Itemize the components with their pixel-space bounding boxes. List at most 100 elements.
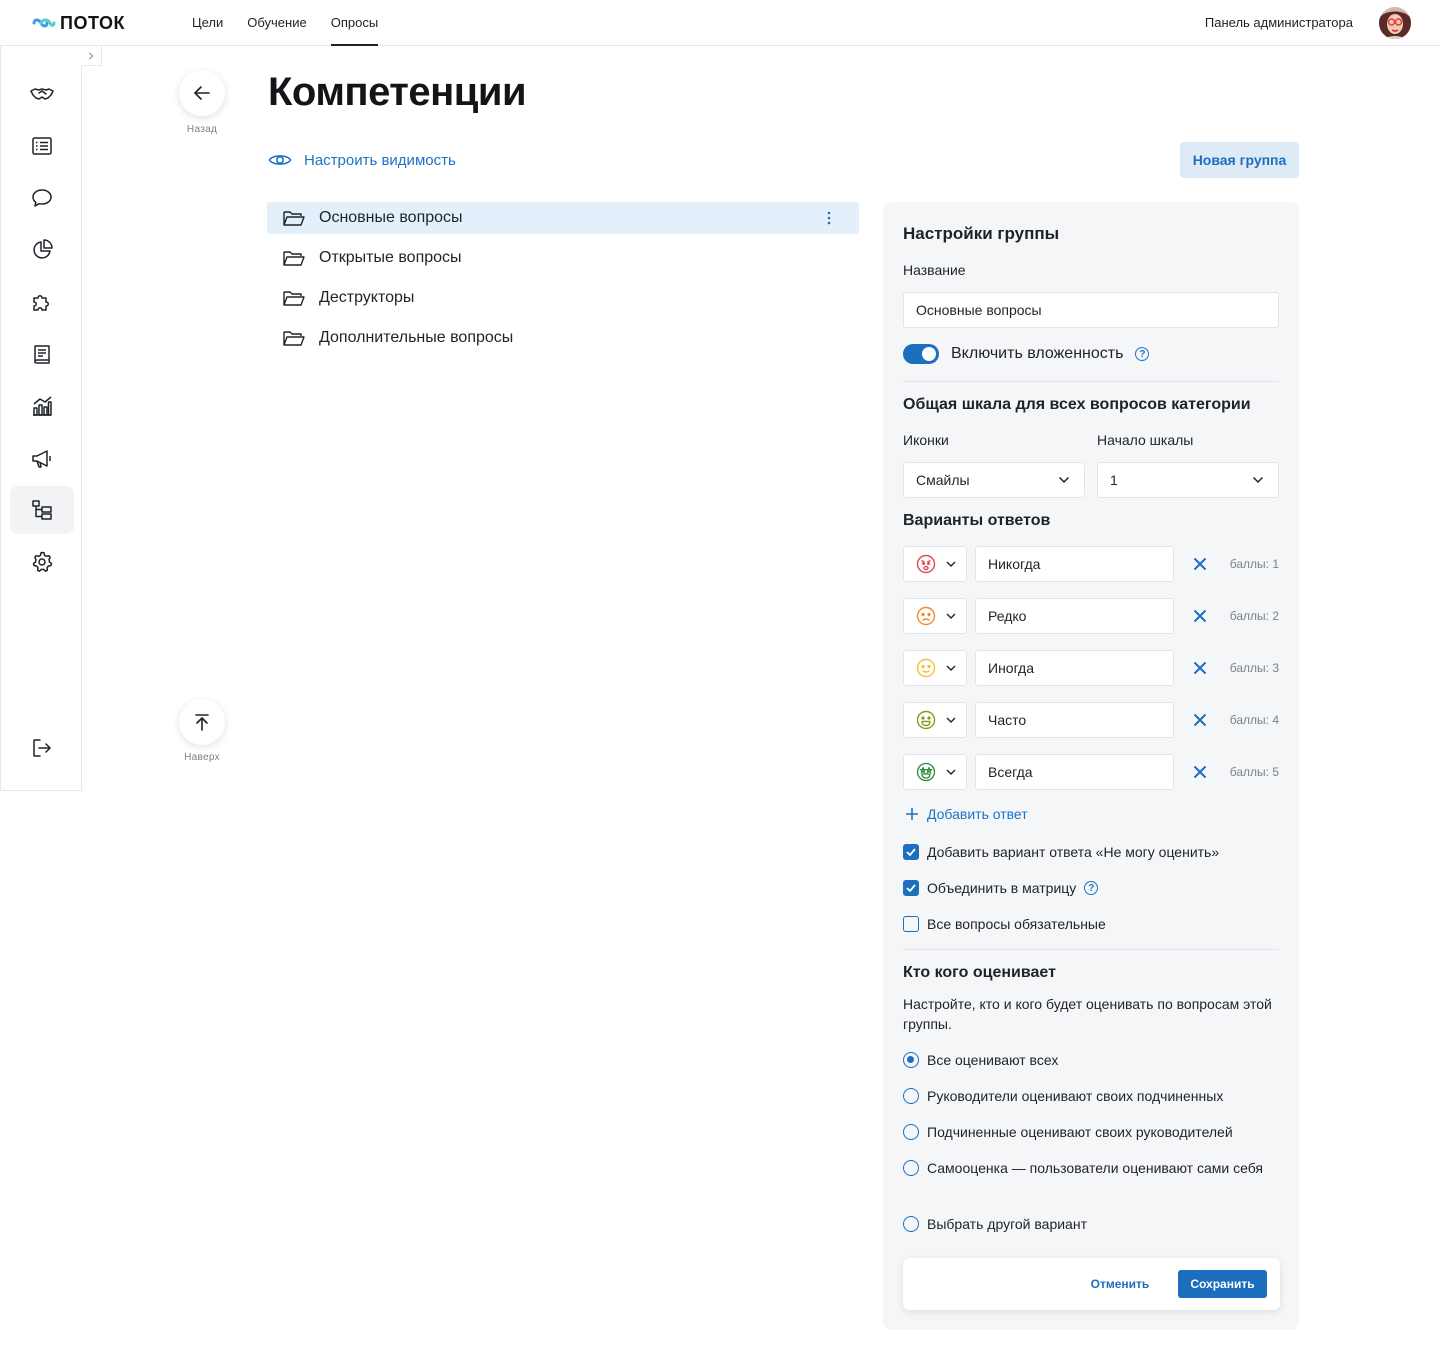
answer-input[interactable]: Часто [975,702,1174,738]
avatar[interactable] [1379,7,1411,39]
radio-button[interactable] [903,1052,919,1068]
radio-button[interactable] [903,1160,919,1176]
group-item[interactable]: Основные вопросы [267,202,859,234]
configure-visibility-link[interactable]: Настроить видимость [268,148,456,172]
sidebar-item-modules[interactable] [10,278,74,326]
divider [903,381,1279,382]
scale-start-select[interactable]: 1 [1097,462,1279,498]
sidebar-item-structure[interactable] [10,486,74,534]
cant-rate-checkbox[interactable] [903,844,919,860]
divider [903,949,1279,950]
group-item-label: Деструкторы [319,289,415,306]
handshake-icon [30,88,54,100]
save-button[interactable]: Сохранить [1178,1270,1267,1298]
form-actions: Отменить Сохранить [903,1258,1280,1310]
puzzle-icon [33,295,49,311]
sidebar-logout[interactable] [10,724,74,772]
nav-learning[interactable]: Обучение [247,0,306,46]
sidebar-item-chat[interactable] [10,174,74,222]
logo-text: ПОТОК [60,12,125,33]
answer-points: баллы: 3 [1229,661,1279,675]
sidebar-item-knowledge[interactable] [10,330,74,378]
radio-option[interactable]: Подчиненные оценивают своих руководителе… [903,1122,1279,1142]
answer-points: баллы: 5 [1229,765,1279,779]
cancel-button[interactable]: Отменить [1079,1270,1161,1298]
remove-answer-button[interactable] [1190,658,1210,678]
remove-answer-button[interactable] [1190,710,1210,730]
answer-input[interactable]: Редко [975,598,1174,634]
group-name-input[interactable]: Основные вопросы [903,292,1279,328]
answer-icon-select[interactable] [903,598,967,634]
icons-select[interactable]: Смайлы [903,462,1085,498]
close-icon [1193,765,1207,779]
radio-option[interactable]: Самооценка — пользователи оценивают сами… [903,1158,1263,1178]
radio-option[interactable]: Выбрать другой вариант [903,1214,1279,1234]
radio-option[interactable]: Все оценивают всех [903,1050,1279,1070]
answer-icon-select[interactable] [903,650,967,686]
chevron-down-icon [946,613,956,619]
radio-label: Подчиненные оценивают своих руководителе… [927,1124,1233,1140]
group-item[interactable]: Открытые вопросы [267,242,859,274]
answer-icon-select[interactable] [903,546,967,582]
group-item[interactable]: Дополнительные вопросы [267,322,859,354]
answer-icon-select[interactable] [903,702,967,738]
required-checkbox-row[interactable]: Все вопросы обязательные [903,916,1106,932]
answer-input[interactable]: Всегда [975,754,1174,790]
logout-icon [33,739,51,757]
sidebar-item-settings[interactable] [10,538,74,586]
sidebar-item-reports[interactable] [10,226,74,274]
radio-label: Все оценивают всех [927,1052,1059,1068]
admin-panel-link[interactable]: Панель администратора [1205,0,1353,46]
remove-answer-button[interactable] [1190,554,1210,574]
remove-answer-button[interactable] [1190,606,1210,626]
matrix-label: Объединить в матрицу [927,880,1077,896]
radio-label: Руководители оценивают своих подчиненных [927,1088,1224,1104]
back-button[interactable] [179,70,225,116]
close-icon [1193,713,1207,727]
cant-rate-checkbox-row[interactable]: Добавить вариант ответа «Не могу оценить… [903,844,1219,860]
folder-icon [283,291,305,306]
sad-face-icon [916,606,936,626]
sidebar-item-analytics[interactable] [10,382,74,430]
new-group-button[interactable]: Новая группа [1180,142,1299,178]
add-answer-button[interactable]: Добавить ответ [905,806,1028,822]
radio-button[interactable] [903,1216,919,1232]
nesting-toggle[interactable] [903,344,939,364]
sidebar-expand-button[interactable] [81,46,102,66]
pie-chart-icon [33,239,53,259]
matrix-checkbox[interactable] [903,880,919,896]
star-eyes-face-icon [916,762,936,782]
answers-title: Варианты ответов [903,512,1051,529]
folder-icon [283,251,305,266]
icons-label: Иконки [903,432,949,448]
answer-input[interactable]: Никогда [975,546,1174,582]
folder-icon [283,211,305,226]
answer-points: баллы: 4 [1229,713,1279,727]
logo[interactable]: ПОТОК [32,12,125,34]
radio-button[interactable] [903,1124,919,1140]
nav-surveys[interactable]: Опросы [330,0,379,46]
book-icon [34,345,50,364]
sidebar-item-handshake[interactable] [10,70,74,118]
sidebar-item-list[interactable] [10,122,74,170]
matrix-checkbox-row[interactable]: Объединить в матрицу ? [903,880,1099,896]
scroll-top-button[interactable] [179,699,225,745]
check-icon [906,848,916,856]
radio-button[interactable] [903,1088,919,1104]
group-item-label: Основные вопросы [319,209,463,226]
remove-answer-button[interactable] [1190,762,1210,782]
required-checkbox[interactable] [903,916,919,932]
group-item[interactable]: Деструкторы [267,282,859,314]
sidebar-item-announcements[interactable] [10,434,74,482]
help-icon[interactable]: ? [1084,881,1099,895]
chevron-down-icon [946,665,956,671]
more-vertical-icon[interactable] [827,210,831,226]
angry-face-icon [916,554,936,574]
answer-icon-select[interactable] [903,754,967,790]
nav-goals[interactable]: Цели [192,0,223,46]
help-icon[interactable]: ? [1135,347,1150,361]
answer-input[interactable]: Иногда [975,650,1174,686]
radio-option[interactable]: Руководители оценивают своих подчиненных [903,1086,1279,1106]
arrow-up-icon [195,714,209,731]
answer-points: баллы: 2 [1229,609,1279,623]
